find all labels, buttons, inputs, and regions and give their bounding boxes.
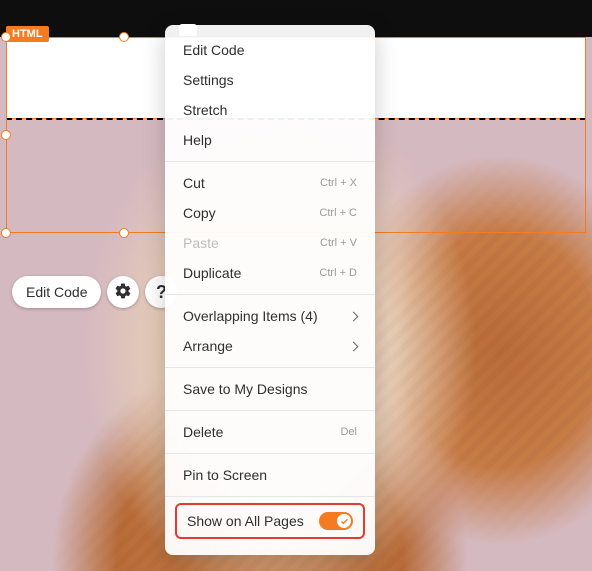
gear-icon xyxy=(114,282,132,303)
element-toolbar: Edit Code ? xyxy=(12,276,177,308)
menu-item-label: Stretch xyxy=(183,102,227,118)
menu-settings[interactable]: Settings xyxy=(165,65,375,95)
context-menu-tab xyxy=(179,24,197,36)
menu-item-label: Help xyxy=(183,132,212,148)
menu-pin-to-screen[interactable]: Pin to Screen xyxy=(165,460,375,490)
menu-item-label: Show on All Pages xyxy=(187,513,304,529)
menu-item-label: Arrange xyxy=(183,338,233,354)
toggle-knob xyxy=(337,514,351,528)
resize-handle-sw[interactable] xyxy=(1,228,11,238)
chevron-right-icon xyxy=(349,341,359,351)
menu-delete[interactable]: Delete Del xyxy=(165,417,375,447)
menu-divider xyxy=(165,496,375,497)
show-on-all-pages-toggle[interactable] xyxy=(319,512,353,530)
menu-divider xyxy=(165,453,375,454)
chevron-right-icon xyxy=(349,311,359,321)
menu-item-label: Copy xyxy=(183,205,216,221)
menu-item-label: Save to My Designs xyxy=(183,381,308,397)
menu-item-label: Paste xyxy=(183,235,219,251)
menu-divider xyxy=(165,410,375,411)
menu-item-label: Pin to Screen xyxy=(183,467,267,483)
menu-item-shortcut: Ctrl + C xyxy=(319,207,357,219)
menu-item-label: Cut xyxy=(183,175,205,191)
menu-item-shortcut: Ctrl + V xyxy=(320,237,357,249)
resize-handle-w[interactable] xyxy=(1,130,11,140)
context-menu: Edit Code Settings Stretch Help Cut Ctrl… xyxy=(165,25,375,555)
menu-save-to-my-designs[interactable]: Save to My Designs xyxy=(165,374,375,404)
element-type-badge: HTML xyxy=(6,26,49,42)
menu-item-label: Delete xyxy=(183,424,223,440)
menu-divider xyxy=(165,367,375,368)
menu-show-on-all-pages[interactable]: Show on All Pages xyxy=(175,503,365,539)
resize-handle-n[interactable] xyxy=(119,32,129,42)
menu-edit-code[interactable]: Edit Code xyxy=(165,35,375,65)
menu-cut[interactable]: Cut Ctrl + X xyxy=(165,168,375,198)
menu-divider xyxy=(165,161,375,162)
menu-duplicate[interactable]: Duplicate Ctrl + D xyxy=(165,258,375,288)
menu-item-shortcut: Ctrl + X xyxy=(320,177,357,189)
menu-arrange[interactable]: Arrange xyxy=(165,331,375,361)
menu-item-label: Edit Code xyxy=(183,42,244,58)
edit-code-button-label: Edit Code xyxy=(26,284,87,300)
menu-item-label: Settings xyxy=(183,72,234,88)
editor-canvas: HTML Edit Code ? Edit Code Settings S xyxy=(0,0,592,571)
menu-item-shortcut: Ctrl + D xyxy=(319,267,357,279)
menu-divider xyxy=(165,294,375,295)
menu-paste: Paste Ctrl + V xyxy=(165,228,375,258)
resize-handle-s[interactable] xyxy=(119,228,129,238)
menu-help[interactable]: Help xyxy=(165,125,375,155)
menu-item-label: Overlapping Items (4) xyxy=(183,308,318,324)
menu-stretch[interactable]: Stretch xyxy=(165,95,375,125)
menu-copy[interactable]: Copy Ctrl + C xyxy=(165,198,375,228)
settings-button[interactable] xyxy=(107,276,139,308)
check-icon xyxy=(340,517,349,526)
menu-overlapping-items[interactable]: Overlapping Items (4) xyxy=(165,301,375,331)
edit-code-button[interactable]: Edit Code xyxy=(12,276,101,308)
menu-item-label: Duplicate xyxy=(183,265,241,281)
resize-handle-nw[interactable] xyxy=(1,32,11,42)
menu-item-shortcut: Del xyxy=(340,426,357,438)
